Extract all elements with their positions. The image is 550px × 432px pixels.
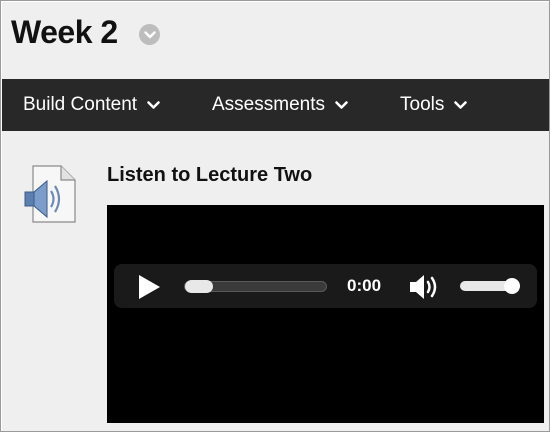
play-button[interactable] (136, 274, 162, 300)
volume-thumb[interactable] (504, 278, 520, 294)
chevron-down-icon (143, 30, 156, 38)
seek-bar[interactable] (184, 280, 327, 293)
seek-thumb[interactable] (185, 280, 213, 293)
chevron-down-icon (454, 100, 468, 110)
assessments-menu[interactable]: Assessments (212, 79, 348, 131)
play-icon (139, 275, 160, 299)
item-title[interactable]: Listen to Lecture Two (107, 164, 312, 187)
mute-button[interactable] (409, 273, 443, 301)
volume-slider[interactable] (460, 278, 520, 294)
player-controls: 0:00 (114, 264, 537, 308)
title-menu-button[interactable] (139, 24, 160, 45)
course-menu-bar: Build Content Assessments Tools (2, 79, 549, 131)
build-content-label: Build Content (23, 94, 138, 115)
page-header: Week 2 (2, 2, 549, 79)
volume-icon (410, 275, 437, 299)
audio-file-icon (23, 164, 79, 224)
build-content-menu[interactable]: Build Content (23, 79, 160, 131)
tools-label: Tools (400, 94, 445, 115)
page-frame: Week 2 Build Content Assessments Tools L… (0, 0, 550, 432)
assessments-label: Assessments (212, 94, 325, 115)
page-title: Week 2 (11, 14, 118, 50)
chevron-down-icon (335, 100, 348, 110)
content-area: Listen to Lecture Two 0:00 (2, 131, 549, 431)
tools-menu[interactable]: Tools (400, 79, 468, 131)
time-display: 0:00 (347, 276, 382, 295)
audio-player[interactable]: 0:00 (107, 205, 544, 423)
chevron-down-icon (147, 100, 160, 110)
